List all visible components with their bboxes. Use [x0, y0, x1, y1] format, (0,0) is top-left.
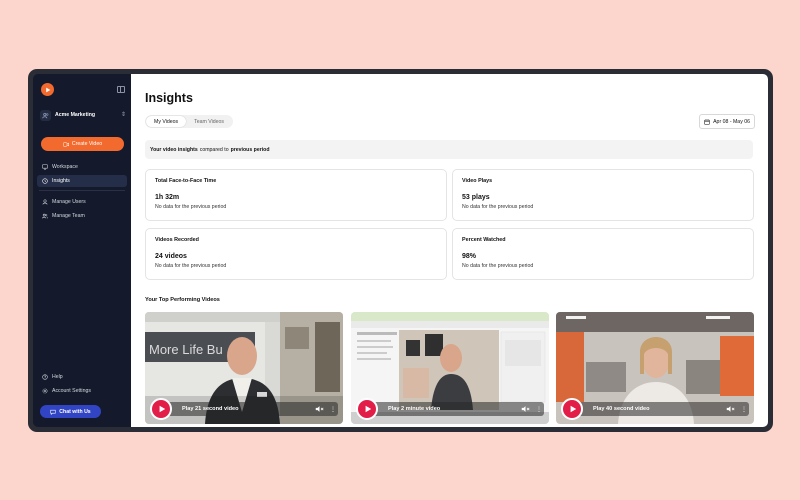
stat-card-percent-watched: Percent Watched 98% No data for the prev… [452, 228, 754, 280]
nav-primary: Workspace Insights Manage Users Manage T… [37, 161, 127, 224]
sidebar-item-label: Insights [52, 178, 70, 184]
sidebar-item-label: Manage Team [52, 213, 85, 219]
video-thumbnail-2[interactable]: Play 2 minute video ⋮ [351, 312, 549, 424]
device-frame: Acme Marketing ⇕ Create Video Workspace … [28, 69, 773, 432]
mute-icon[interactable] [521, 405, 530, 413]
sidebar-item-workspace[interactable]: Workspace [37, 161, 127, 173]
video-controls: Play 40 second video ⋮ [561, 398, 749, 420]
workspace-icon [40, 109, 51, 121]
nav-divider [39, 190, 125, 191]
sidebar-item-manage-users[interactable]: Manage Users [37, 196, 127, 208]
sidebar-item-insights[interactable]: Insights [37, 175, 127, 187]
mute-icon[interactable] [315, 405, 324, 413]
video-thumbnail-1[interactable]: More Life Bu Play 21 second video ⋮ [145, 312, 343, 424]
card-value: 53 plays [462, 194, 490, 201]
card-title: Videos Recorded [155, 237, 199, 243]
sidebar-item-help[interactable]: Help [37, 371, 127, 383]
stat-card-face-time: Total Face-to-Face Time 1h 32m No data f… [145, 169, 447, 221]
page-title: Insights [145, 91, 193, 105]
chat-with-us-button[interactable]: Chat with Us [40, 405, 101, 418]
logo-icon[interactable] [41, 83, 54, 96]
info-bold-text: Your video insights [150, 146, 198, 153]
tab-my-videos[interactable]: My Videos [146, 116, 187, 127]
more-options-icon[interactable]: ⋮ [536, 406, 542, 413]
card-value: 98% [462, 253, 477, 260]
more-options-icon[interactable]: ⋮ [330, 406, 336, 413]
app-window: Acme Marketing ⇕ Create Video Workspace … [33, 74, 768, 427]
gear-icon [42, 388, 48, 394]
date-range-label: Apr 08 - May 06 [713, 118, 750, 125]
card-subtext: No data for the previous period [155, 204, 227, 210]
main-content: Insights My Videos Team Videos Apr 08 - … [131, 74, 768, 427]
top-videos-heading: Your Top Performing Videos [145, 297, 220, 303]
date-range-picker[interactable]: Apr 08 - May 06 [699, 114, 755, 129]
card-value: 1h 32m [155, 194, 180, 201]
create-video-button[interactable]: Create Video [41, 137, 124, 151]
video-camera-icon [62, 142, 69, 146]
sidebar-collapse-icon[interactable] [117, 86, 125, 93]
video-play-label: Play 21 second video [182, 406, 239, 412]
video-play-label: Play 40 second video [593, 406, 650, 412]
users-icon [42, 213, 48, 219]
play-icon[interactable] [356, 398, 378, 420]
sidebar-item-manage-team[interactable]: Manage Team [37, 210, 127, 222]
monitor-icon [42, 164, 48, 170]
video-thumbnail-3[interactable]: Play 40 second video ⋮ [556, 312, 754, 424]
chevron-updown-icon: ⇕ [120, 112, 126, 118]
sidebar-item-label: Workspace [52, 164, 78, 170]
insights-info-bar: Your video insights compared to previous… [145, 140, 753, 159]
tab-team-videos[interactable]: Team Videos [186, 116, 232, 127]
sidebar: Acme Marketing ⇕ Create Video Workspace … [33, 74, 131, 427]
video-scope-tabs: My Videos Team Videos [145, 115, 234, 128]
card-title: Total Face-to-Face Time [155, 178, 217, 184]
card-subtext: No data for the previous period [462, 263, 534, 269]
card-subtext: No data for the previous period [462, 204, 534, 210]
workspace-switcher[interactable]: Acme Marketing ⇕ [40, 108, 126, 122]
card-subtext: No data for the previous period [155, 263, 227, 269]
video-play-label: Play 2 minute video [388, 406, 441, 412]
chat-icon [50, 409, 56, 415]
workspace-name: Acme Marketing [55, 112, 96, 118]
nav-secondary: Help Account Settings [37, 371, 127, 399]
help-icon [42, 374, 48, 380]
play-icon[interactable] [150, 398, 172, 420]
svg-text:More Life Bu: More Life Bu [149, 342, 223, 357]
card-title: Video Plays [462, 178, 493, 184]
video-controls: Play 2 minute video ⋮ [356, 398, 544, 420]
user-icon [42, 199, 48, 205]
stat-card-videos-recorded: Videos Recorded 24 videos No data for th… [145, 228, 447, 280]
stat-card-video-plays: Video Plays 53 plays No data for the pre… [452, 169, 754, 221]
sidebar-item-account-settings[interactable]: Account Settings [37, 385, 127, 397]
info-period-text: previous period [230, 146, 270, 153]
sidebar-item-label: Account Settings [52, 388, 91, 394]
sidebar-item-label: Manage Users [52, 199, 86, 205]
chat-label: Chat with Us [59, 408, 91, 415]
card-title: Percent Watched [462, 237, 506, 243]
clock-icon [42, 178, 48, 184]
calendar-icon [704, 118, 710, 125]
more-options-icon[interactable]: ⋮ [741, 406, 747, 413]
create-video-label: Create Video [71, 141, 103, 147]
info-text: compared to [199, 146, 229, 153]
mute-icon[interactable] [726, 405, 735, 413]
video-controls: Play 21 second video ⋮ [150, 398, 338, 420]
sidebar-item-label: Help [52, 374, 63, 380]
card-value: 24 videos [155, 253, 187, 260]
play-icon[interactable] [561, 398, 583, 420]
